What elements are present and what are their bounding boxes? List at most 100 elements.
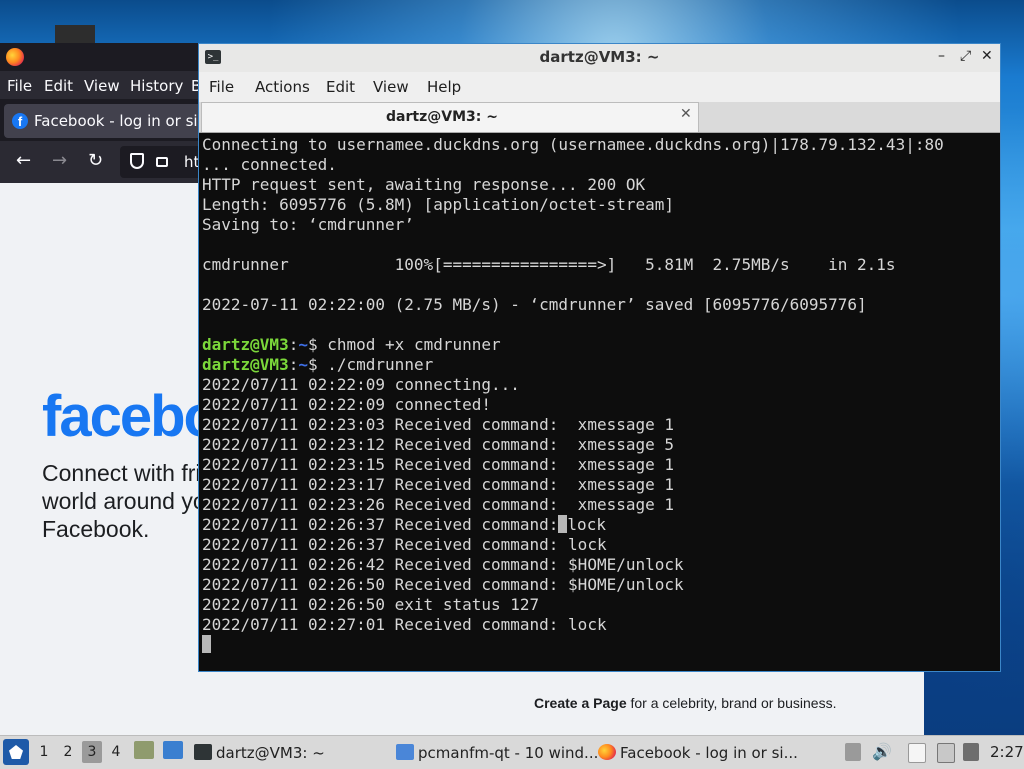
desktop-window-edge	[55, 25, 95, 45]
term-menu-view[interactable]: View	[373, 78, 409, 96]
workspace-1[interactable]: 1	[34, 741, 54, 763]
terminal-tab[interactable]: dartz@VM3: ~ ✕	[201, 102, 699, 132]
task-firefox[interactable]: Facebook - log in or si...	[596, 738, 798, 766]
term-menu-edit[interactable]: Edit	[326, 78, 355, 96]
terminal-titlebar[interactable]: >_ dartz@VM3: ~ – ⤢ ✕	[199, 44, 1000, 73]
term-menu-file[interactable]: File	[209, 78, 234, 96]
terminal-line	[202, 635, 998, 655]
terminal-text: 2022/07/11 02:26:37 Received command:	[202, 515, 559, 534]
task-label: dartz@VM3: ~	[216, 744, 325, 762]
task-file-manager[interactable]: pcmanfm-qt - 10 wind...	[394, 738, 598, 766]
terminal-text: 2022/07/11 02:27:01 Received command: lo…	[202, 615, 607, 634]
forward-arrow-icon[interactable]: →	[52, 150, 67, 171]
terminal-line: dartz@VM3:~$ chmod +x cmdrunner	[202, 335, 998, 355]
create-page-text: Create a Page for a celebrity, brand or …	[534, 695, 836, 711]
create-page-link[interactable]: Create a Page	[534, 695, 627, 711]
terminal-text: 2022/07/11 02:23:15 Received command: xm…	[202, 455, 675, 474]
terminal-text: 2022/07/11 02:22:09 connected!	[202, 395, 491, 414]
terminal-text: 2022/07/11 02:23:26 Received command: xm…	[202, 495, 675, 514]
network-icon[interactable]	[937, 743, 955, 763]
terminal-line: 2022/07/11 02:23:12 Received command: xm…	[202, 435, 998, 455]
file-manager-launcher-icon[interactable]	[134, 741, 154, 759]
firefox-icon	[598, 744, 616, 760]
terminal-line: 2022/07/11 02:27:01 Received command: lo…	[202, 615, 998, 635]
reload-icon[interactable]: ↻	[88, 150, 103, 171]
terminal-line: 2022/07/11 02:22:09 connected!	[202, 395, 998, 415]
ff-menu-view[interactable]: View	[84, 77, 120, 95]
terminal-line: 2022/07/11 02:26:50 exit status 127	[202, 595, 998, 615]
prompt-user: dartz@VM3	[202, 335, 289, 354]
close-icon[interactable]: ✕	[981, 48, 993, 64]
terminal-tab-title: dartz@VM3: ~	[386, 109, 498, 125]
notifications-icon[interactable]	[963, 743, 979, 761]
terminal-line: HTTP request sent, awaiting response... …	[202, 175, 998, 195]
terminal-tabbar: dartz@VM3: ~ ✕	[199, 102, 1000, 133]
terminal-text: :	[288, 355, 299, 374]
terminal-line: 2022/07/11 02:26:37 Received command: lo…	[202, 535, 998, 555]
terminal-text: 2022/07/11 02:26:50 Received command: $H…	[202, 575, 684, 594]
terminal-text: 2022/07/11 02:26:37 Received command: lo…	[202, 535, 607, 554]
workspace-4[interactable]: 4	[106, 741, 126, 763]
terminal-text: 2022-07-11 02:22:00 (2.75 MB/s) - ‘cmdru…	[202, 295, 867, 314]
clipboard-manager-icon[interactable]	[845, 743, 861, 761]
tracking-shield-icon[interactable]	[130, 153, 144, 169]
terminal-line: 2022/07/11 02:26:50 Received command: $H…	[202, 575, 998, 595]
terminal-text: Saving to: ‘cmdrunner’	[202, 215, 414, 234]
terminal-line: Length: 6095776 (5.8M) [application/octe…	[202, 195, 998, 215]
terminal-line: 2022/07/11 02:23:03 Received command: xm…	[202, 415, 998, 435]
lock-icon[interactable]	[156, 157, 168, 167]
workspace-3[interactable]: 3	[82, 741, 102, 763]
terminal-icon	[194, 744, 212, 760]
taskbar: 1 2 3 4 dartz@VM3: ~ pcmanfm-qt - 10 win…	[0, 735, 1024, 769]
create-page-rest: for a celebrity, brand or business.	[626, 695, 837, 711]
workspace-2[interactable]: 2	[58, 741, 78, 763]
terminal-text: Connecting to usernamee.duckdns.org (use…	[202, 135, 944, 154]
task-terminal[interactable]: dartz@VM3: ~	[192, 738, 388, 766]
prompt-path: ~	[298, 355, 308, 374]
notes-icon[interactable]	[908, 743, 926, 763]
facebook-favicon-icon: f	[12, 113, 28, 129]
firefox-logo-icon	[6, 48, 24, 66]
window-title: dartz@VM3: ~	[539, 48, 660, 66]
terminal-line: 2022/07/11 02:23:15 Received command: xm…	[202, 455, 998, 475]
term-menu-help[interactable]: Help	[427, 78, 461, 96]
minimize-icon[interactable]: –	[938, 48, 945, 64]
terminal-text: $ chmod +x cmdrunner	[307, 335, 501, 354]
terminal-line: 2022/07/11 02:22:09 connecting...	[202, 375, 998, 395]
terminal-text: cmdrunner 100%[================>] 5.81M …	[202, 255, 896, 274]
terminal-text: lock	[567, 515, 606, 534]
terminal-text: 2022/07/11 02:23:03 Received command: xm…	[202, 415, 675, 434]
terminal-window: >_ dartz@VM3: ~ – ⤢ ✕ File Actions Edit …	[198, 43, 1001, 672]
terminal-line: 2022/07/11 02:26:37 Received command: loc…	[202, 515, 998, 535]
back-arrow-icon[interactable]: ←	[16, 150, 31, 171]
tab-close-icon[interactable]: ✕	[680, 106, 692, 122]
terminal-text: 2022/07/11 02:26:50 exit status 127	[202, 595, 540, 614]
terminal-text: $ ./cmdrunner	[307, 355, 434, 374]
terminal-line: Saving to: ‘cmdrunner’	[202, 215, 998, 235]
terminal-menubar: File Actions Edit View Help	[199, 72, 1000, 102]
terminal-line: 2022/07/11 02:26:42 Received command: $H…	[202, 555, 998, 575]
terminal-text: 2022/07/11 02:22:09 connecting...	[202, 375, 520, 394]
text-cursor	[202, 635, 211, 653]
ff-menu-file[interactable]: File	[7, 77, 32, 95]
show-desktop-icon[interactable]	[163, 741, 183, 759]
start-menu-icon[interactable]	[3, 739, 29, 765]
prompt-path: ~	[298, 335, 308, 354]
ff-menu-history[interactable]: History	[130, 77, 183, 95]
terminal-text: Length: 6095776 (5.8M) [application/octe…	[202, 195, 675, 214]
term-menu-actions[interactable]: Actions	[255, 78, 310, 96]
terminal-line: ... connected.	[202, 155, 998, 175]
terminal-text: :	[288, 335, 299, 354]
restore-icon[interactable]: ⤢	[960, 48, 971, 64]
terminal-text: 2022/07/11 02:26:42 Received command: $H…	[202, 555, 684, 574]
terminal-text: HTTP request sent, awaiting response... …	[202, 175, 646, 194]
ff-menu-edit[interactable]: Edit	[44, 77, 73, 95]
terminal-line: 2022/07/11 02:23:17 Received command: xm…	[202, 475, 998, 495]
volume-icon[interactable]: 🔊	[872, 743, 892, 761]
terminal-output[interactable]: Connecting to usernamee.duckdns.org (use…	[202, 135, 998, 669]
prompt-user: dartz@VM3	[202, 355, 289, 374]
terminal-line: 2022/07/11 02:23:26 Received command: xm…	[202, 495, 998, 515]
